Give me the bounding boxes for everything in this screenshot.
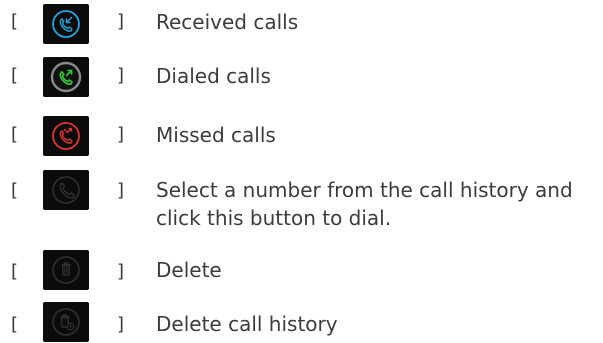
- dial-icon: [43, 170, 89, 210]
- delete-call-history-icon: [43, 302, 89, 342]
- close-bracket: ]: [117, 180, 125, 201]
- open-bracket: [: [11, 314, 19, 335]
- missed-calls-label: Missed calls: [156, 123, 276, 147]
- open-bracket: [: [11, 65, 19, 86]
- missed-calls-icon: [43, 116, 89, 156]
- open-bracket: [: [11, 261, 19, 282]
- open-bracket: [: [11, 11, 19, 32]
- close-bracket: ]: [117, 65, 125, 86]
- delete-label: Delete: [156, 258, 222, 282]
- close-bracket: ]: [117, 261, 125, 282]
- close-bracket: ]: [117, 314, 125, 335]
- delete-icon: [43, 250, 89, 290]
- received-calls-label: Received calls: [156, 10, 299, 34]
- dialed-calls-icon: [43, 57, 89, 97]
- open-bracket: [: [11, 124, 19, 145]
- open-bracket: [: [11, 180, 19, 201]
- close-bracket: ]: [117, 124, 125, 145]
- dial-label-line-2: click this button to dial.: [156, 206, 392, 230]
- received-calls-icon: [43, 4, 89, 44]
- delete-call-history-label: Delete call history: [156, 312, 338, 336]
- close-bracket: ]: [117, 11, 125, 32]
- dialed-calls-label: Dialed calls: [156, 64, 271, 88]
- dial-label-line-1: Select a number from the call history an…: [156, 178, 573, 202]
